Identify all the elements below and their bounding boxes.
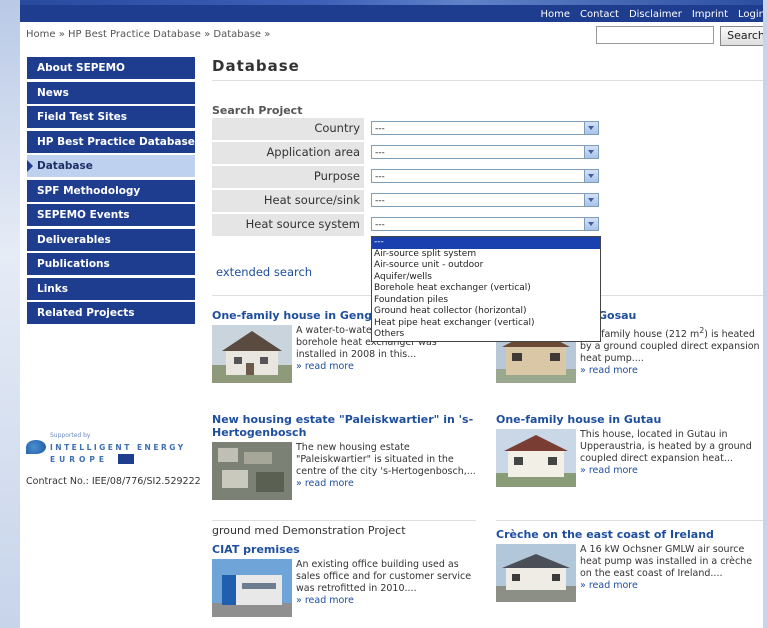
nav-home-link[interactable]: Home [541, 9, 571, 20]
intelligent-energy-logo: Supported by INTELLIGENT ENERGY EUROPE C… [26, 432, 201, 487]
card-description: This house, located in Gutau in Upperaus… [580, 429, 752, 464]
contract-number: Contract No.: IEE/08/776/SI2.529222 [26, 476, 201, 487]
title-divider [212, 80, 763, 81]
sidebar: About SEPEMO News Field Test Sites HP Be… [27, 57, 195, 327]
heat-source-system-value: --- [375, 220, 385, 230]
search-project-label: Search Project [212, 104, 303, 117]
read-more-link[interactable]: » read more [580, 365, 638, 376]
divider [212, 520, 476, 521]
purpose-row: Purpose --- [212, 166, 599, 188]
search-input[interactable] [596, 26, 714, 44]
dropdown-option[interactable]: Others [372, 329, 600, 341]
heat-source-sink-label: Heat source/sink [212, 190, 364, 212]
sidebar-item-sepemo-events[interactable]: SEPEMO Events [27, 204, 195, 226]
extended-search-link[interactable]: extended search [216, 265, 312, 279]
purpose-select[interactable]: --- [371, 169, 599, 183]
dropdown-option[interactable]: Aquifer/wells [372, 272, 600, 284]
heat-source-system-label: Heat source system [212, 214, 364, 236]
window-right-background [763, 0, 767, 628]
intelligent-energy-text: INTELLIGENT ENERGY [50, 442, 186, 452]
heat-source-sink-select[interactable]: --- [371, 193, 599, 207]
building-photo[interactable] [212, 559, 292, 617]
heat-source-system-row: Heat source system --- [212, 214, 599, 236]
read-more-link[interactable]: » read more [296, 595, 354, 606]
project-card-creche: Crèche on the east coast of Ireland A 16… [496, 528, 760, 602]
read-more-link[interactable]: » read more [580, 465, 638, 476]
top-bar: Home Contact Disclaimer Imprint Login [20, 0, 763, 22]
house-photo[interactable] [212, 325, 292, 383]
dropdown-option[interactable]: Borehole heat exchanger (vertical) [372, 283, 600, 295]
chevron-down-icon[interactable] [584, 122, 598, 134]
sidebar-item-links[interactable]: Links [27, 277, 195, 300]
country-value: --- [375, 124, 385, 134]
nav-contact-link[interactable]: Contact [580, 9, 619, 20]
project-card-ciat: ground med Demonstration Project CIAT pr… [212, 524, 476, 617]
section-heading: ground med Demonstration Project [212, 524, 406, 537]
divider [496, 520, 763, 521]
main-content: Database Search Project Country --- Appl… [212, 57, 763, 617]
application-area-label: Application area [212, 142, 364, 164]
chevron-down-icon[interactable] [584, 194, 598, 206]
heat-source-system-dropdown[interactable]: --- Air-source split system Air-source u… [371, 236, 601, 342]
dropdown-option[interactable]: Air-source unit - outdoor [372, 260, 600, 272]
read-more-link[interactable]: » read more [296, 478, 354, 489]
sidebar-item-about-sepemo[interactable]: About SEPEMO [27, 57, 195, 79]
heat-source-sink-row: Heat source/sink --- [212, 190, 599, 212]
country-row: Country --- [212, 118, 599, 140]
search-button[interactable]: Search [720, 26, 763, 46]
country-select[interactable]: --- [371, 121, 599, 135]
europe-text: EUROPE [50, 454, 108, 464]
dropdown-option[interactable]: --- [372, 237, 600, 249]
dropdown-option[interactable]: Heat pipe heat exchanger (vertical) [372, 318, 600, 330]
dropdown-option[interactable]: Ground heat collector (horizontal) [372, 306, 600, 318]
project-card-gutau: One-family house in Gutau This house, lo… [496, 413, 760, 487]
intelligent-energy-icon [26, 440, 46, 454]
window-left-background [0, 0, 20, 628]
sidebar-item-publications[interactable]: Publications [27, 253, 195, 275]
chevron-down-icon[interactable] [584, 170, 598, 182]
purpose-label: Purpose [212, 166, 364, 188]
card-description: An existing office building used as sale… [296, 559, 472, 594]
aerial-photo[interactable] [212, 442, 292, 500]
top-nav: Home Contact Disclaimer Imprint Login [541, 9, 764, 20]
card-title[interactable]: CIAT premises [212, 543, 476, 556]
dropdown-option[interactable]: Air-source split system [372, 249, 600, 261]
read-more-link[interactable]: » read more [296, 361, 354, 372]
sidebar-item-related-projects[interactable]: Related Projects [27, 302, 195, 324]
card-title[interactable]: New housing estate "Paleiskwartier" in '… [212, 413, 476, 439]
card-description: The new housing estate "Paleiskwartier" … [296, 442, 476, 477]
page: Home Contact Disclaimer Imprint Login Ho… [20, 0, 763, 628]
sidebar-item-field-test-sites[interactable]: Field Test Sites [27, 106, 195, 128]
chevron-down-icon[interactable] [584, 218, 598, 230]
sidebar-item-deliverables[interactable]: Deliverables [27, 228, 195, 251]
sidebar-item-news[interactable]: News [27, 81, 195, 104]
nav-imprint-link[interactable]: Imprint [692, 9, 728, 20]
building-photo[interactable] [496, 544, 576, 602]
breadcrumb[interactable]: Home » HP Best Practice Database » Datab… [26, 29, 270, 40]
application-area-row: Application area --- [212, 142, 599, 164]
top-bar-banner [20, 0, 763, 5]
sidebar-item-hp-best-practice[interactable]: HP Best Practice Database [27, 130, 195, 153]
supported-by-text: Supported by [50, 432, 91, 439]
card-title[interactable]: Crèche on the east coast of Ireland [496, 528, 760, 541]
sidebar-item-spf-methodology[interactable]: SPF Methodology [27, 179, 195, 202]
application-area-select[interactable]: --- [371, 145, 599, 159]
heat-source-sink-value: --- [375, 196, 385, 206]
application-area-value: --- [375, 148, 385, 158]
heat-source-system-select[interactable]: --- [371, 217, 599, 231]
card-description: A 16 kW Ochsner GMLW air source heat pum… [580, 544, 753, 579]
read-more-link[interactable]: » read more [580, 580, 638, 591]
house-photo[interactable] [496, 429, 576, 487]
page-title: Database [212, 57, 300, 75]
project-card-paleiskwartier: New housing estate "Paleiskwartier" in '… [212, 413, 476, 500]
card-title[interactable]: One-family house in Gutau [496, 413, 760, 426]
nav-login-link[interactable]: Login [738, 9, 763, 20]
sidebar-item-database[interactable]: Database [27, 155, 195, 177]
purpose-value: --- [375, 172, 385, 182]
nav-disclaimer-link[interactable]: Disclaimer [629, 9, 682, 20]
country-label: Country [212, 118, 364, 140]
dropdown-option[interactable]: Foundation piles [372, 295, 600, 307]
chevron-down-icon[interactable] [584, 146, 598, 158]
eu-flag-icon [117, 454, 134, 464]
